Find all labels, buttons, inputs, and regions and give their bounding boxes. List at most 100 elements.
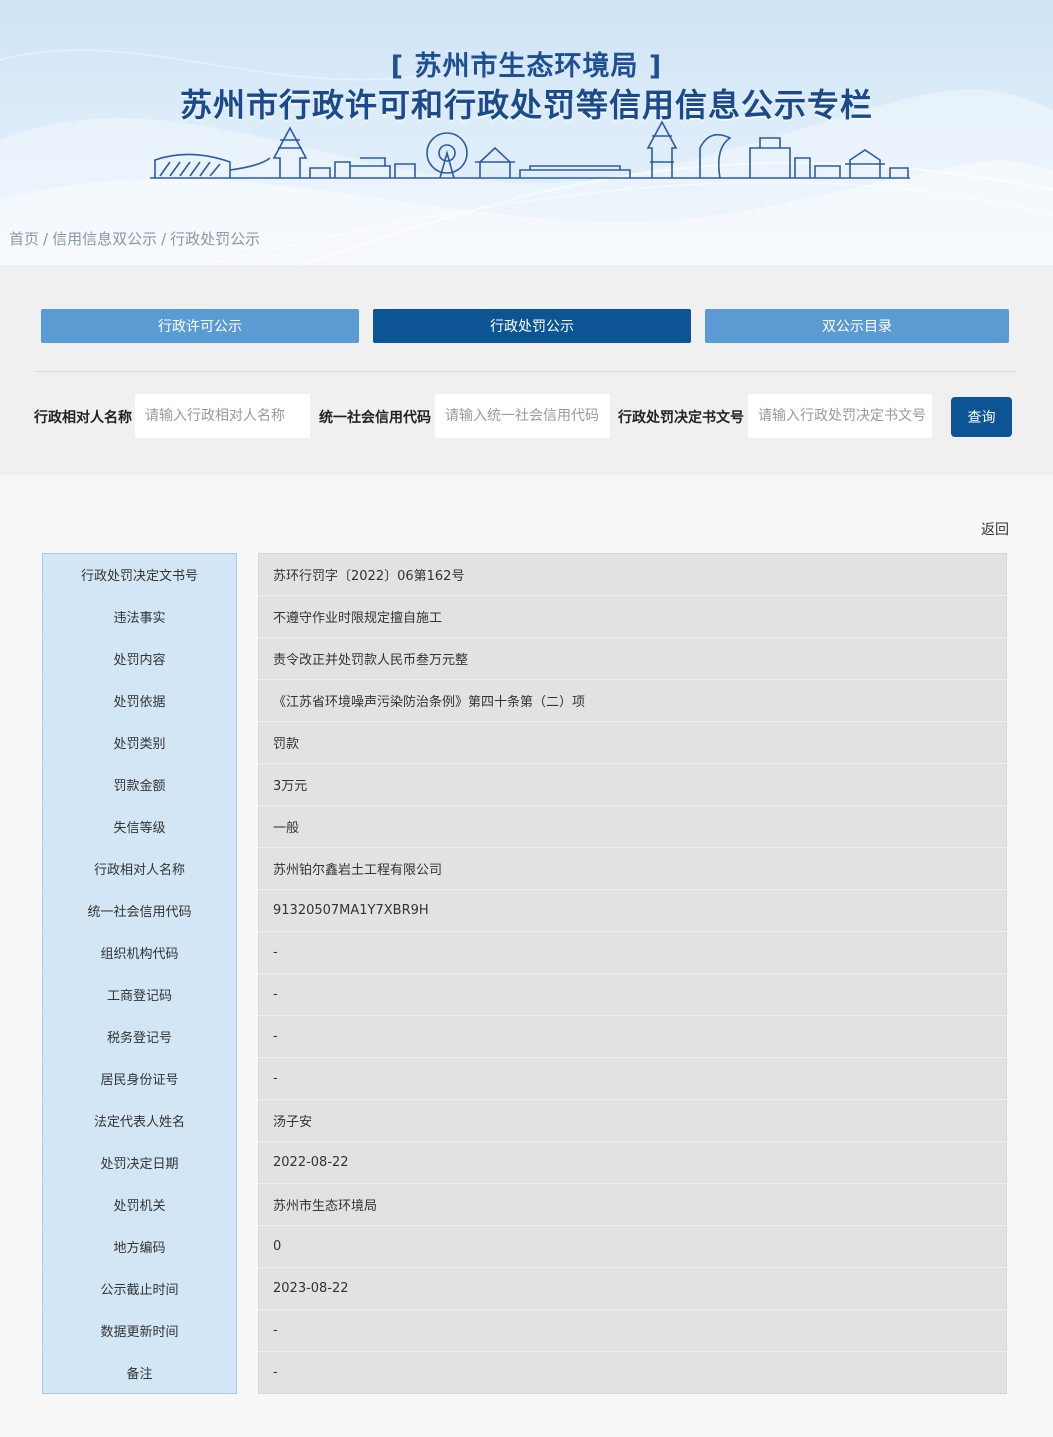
tab-admin-penalty[interactable]: 行政处罚公示: [373, 309, 691, 343]
city-skyline-illustration: [150, 120, 910, 179]
table-row: 法定代表人姓名 汤子安: [42, 1099, 1007, 1142]
cell-gap: [236, 889, 259, 932]
field-value: -: [258, 1351, 1007, 1394]
cell-gap: [236, 1309, 259, 1352]
cell-gap: [236, 931, 259, 974]
tab-admin-license[interactable]: 行政许可公示: [41, 309, 359, 343]
cell-gap: [236, 763, 259, 806]
cell-gap: [236, 1267, 259, 1310]
field-label: 行政处罚决定文书号: [42, 553, 237, 596]
field-label: 处罚类别: [42, 721, 237, 764]
field-label: 处罚依据: [42, 679, 237, 722]
cell-gap: [236, 1141, 259, 1184]
nav-search-panel: 行政许可公示 行政处罚公示 双公示目录 行政相对人名称 统一社会信用代码 行政处…: [0, 265, 1053, 475]
field-value: 3万元: [258, 763, 1007, 806]
breadcrumb-current: 行政处罚公示: [170, 230, 261, 248]
table-row: 地方编码 0: [42, 1225, 1007, 1268]
table-row: 违法事实 不遵守作业时限规定擅自施工: [42, 595, 1007, 638]
table-row: 居民身份证号 -: [42, 1057, 1007, 1100]
field-value: -: [258, 1015, 1007, 1058]
field-label: 居民身份证号: [42, 1057, 237, 1100]
cell-gap: [236, 595, 259, 638]
field-label: 法定代表人姓名: [42, 1099, 237, 1142]
field-value: 一般: [258, 805, 1007, 848]
field-label: 备注: [42, 1351, 237, 1394]
field-value: 0: [258, 1225, 1007, 1268]
panel-divider: [35, 371, 1016, 372]
field-value: -: [258, 1309, 1007, 1352]
field-value: 不遵守作业时限规定擅自施工: [258, 595, 1007, 638]
table-row: 工商登记码 -: [42, 973, 1007, 1016]
field-value: -: [258, 973, 1007, 1016]
cell-gap: [236, 805, 259, 848]
field-label: 处罚机关: [42, 1183, 237, 1226]
field-label: 统一社会信用代码: [42, 889, 237, 932]
search-label-party-name: 行政相对人名称: [34, 410, 132, 426]
table-row: 失信等级 一般: [42, 805, 1007, 848]
banner-org-name: [ 苏州市生态环境局 ]: [390, 51, 663, 82]
table-row: 处罚内容 责令改正并处罚款人民币叁万元整: [42, 637, 1007, 680]
breadcrumb-home[interactable]: 首页: [9, 230, 39, 248]
table-row: 罚款金额 3万元: [42, 763, 1007, 806]
table-row: 处罚决定日期 2022-08-22: [42, 1141, 1007, 1184]
field-value: 2022-08-22: [258, 1141, 1007, 1184]
table-row: 统一社会信用代码 91320507MA1Y7XBR9H: [42, 889, 1007, 932]
field-label: 组织机构代码: [42, 931, 237, 974]
cell-gap: [236, 1057, 259, 1100]
credit-code-input[interactable]: [435, 394, 610, 438]
field-label: 罚款金额: [42, 763, 237, 806]
breadcrumb: 首页 / 信用信息双公示 / 行政处罚公示: [9, 228, 260, 249]
table-row: 备注 -: [42, 1351, 1007, 1394]
field-label: 工商登记码: [42, 973, 237, 1016]
table-row: 数据更新时间 -: [42, 1309, 1007, 1352]
field-label: 处罚决定日期: [42, 1141, 237, 1184]
cell-gap: [236, 553, 259, 596]
table-row: 处罚类别 罚款: [42, 721, 1007, 764]
table-row: 公示截止时间 2023-08-22: [42, 1267, 1007, 1310]
detail-content: 返回 行政处罚决定文书号 苏环行罚字〔2022〕06第162号 违法事实 不遵守作业时…: [0, 490, 1053, 1437]
table-row: 处罚依据 《江苏省环境噪声污染防治条例》第四十条第（二）项: [42, 679, 1007, 722]
field-value: 苏州铂尔鑫岩土工程有限公司: [258, 847, 1007, 890]
breadcrumb-separator: /: [161, 230, 167, 248]
field-label: 行政相对人名称: [42, 847, 237, 890]
party-name-input[interactable]: [135, 394, 310, 438]
search-label-credit-code: 统一社会信用代码: [319, 410, 431, 426]
field-label: 税务登记号: [42, 1015, 237, 1058]
field-value: 责令改正并处罚款人民币叁万元整: [258, 637, 1007, 680]
table-row: 处罚机关 苏州市生态环境局: [42, 1183, 1007, 1226]
cell-gap: [236, 973, 259, 1016]
table-row: 组织机构代码 -: [42, 931, 1007, 974]
table-row: 行政相对人名称 苏州铂尔鑫岩土工程有限公司: [42, 847, 1007, 890]
penalty-detail-table: 行政处罚决定文书号 苏环行罚字〔2022〕06第162号 违法事实 不遵守作业时限规定…: [42, 553, 1007, 1394]
field-label: 处罚内容: [42, 637, 237, 680]
field-value: 2023-08-22: [258, 1267, 1007, 1310]
back-link[interactable]: 返回: [981, 519, 1009, 539]
field-value: 91320507MA1Y7XBR9H: [258, 889, 1007, 932]
field-label: 公示截止时间: [42, 1267, 237, 1310]
search-label-decision-number: 行政处罚决定书文号: [618, 410, 744, 426]
cell-gap: [236, 1015, 259, 1058]
cell-gap: [236, 1225, 259, 1268]
field-value: 苏环行罚字〔2022〕06第162号: [258, 553, 1007, 596]
table-row: 行政处罚决定文书号 苏环行罚字〔2022〕06第162号: [42, 553, 1007, 596]
breadcrumb-separator: /: [43, 230, 49, 248]
header-banner: [ 苏州市生态环境局 ] 苏州市行政许可和行政处罚等信用信息公示专栏 首页 / …: [0, 0, 1053, 265]
field-value: 汤子安: [258, 1099, 1007, 1142]
cell-gap: [236, 1351, 259, 1394]
field-label: 失信等级: [42, 805, 237, 848]
field-value: 罚款: [258, 721, 1007, 764]
table-row: 税务登记号 -: [42, 1015, 1007, 1058]
tab-dual-publicity-catalog[interactable]: 双公示目录: [705, 309, 1009, 343]
field-label: 地方编码: [42, 1225, 237, 1268]
field-value: 《江苏省环境噪声污染防治条例》第四十条第（二）项: [258, 679, 1007, 722]
cell-gap: [236, 847, 259, 890]
field-label: 违法事实: [42, 595, 237, 638]
cell-gap: [236, 721, 259, 764]
query-button[interactable]: 查询: [951, 397, 1012, 437]
cell-gap: [236, 1183, 259, 1226]
decision-number-input[interactable]: [748, 394, 932, 438]
cell-gap: [236, 679, 259, 722]
breadcrumb-credit-info[interactable]: 信用信息双公示: [52, 230, 157, 248]
field-value: -: [258, 931, 1007, 974]
cell-gap: [236, 637, 259, 680]
